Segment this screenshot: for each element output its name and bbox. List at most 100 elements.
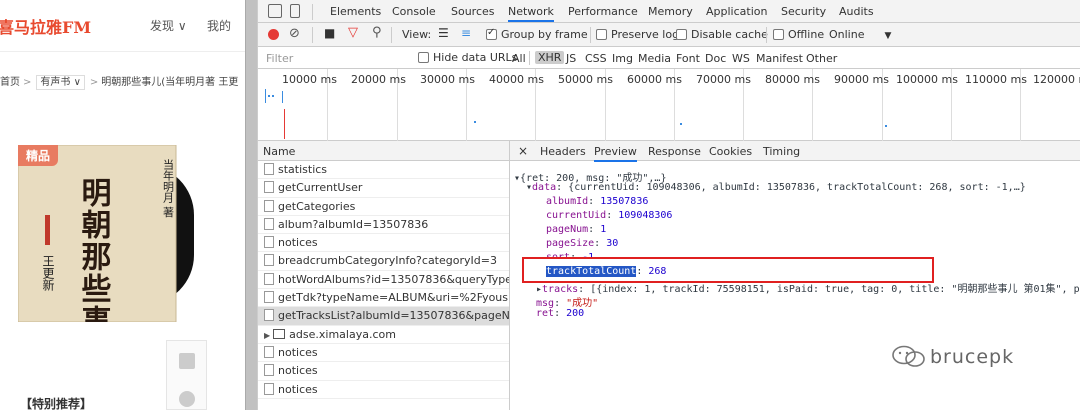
- breadcrumb-sep: >: [23, 77, 32, 88]
- request-row[interactable]: album?albumId=13507836: [258, 216, 509, 235]
- preserve-log-checkbox[interactable]: Preserve log: [596, 28, 679, 41]
- request-row[interactable]: getCategories: [258, 198, 509, 216]
- tab-response[interactable]: Response: [648, 145, 701, 158]
- filter-xhr[interactable]: XHR: [535, 51, 565, 64]
- tab-timing[interactable]: Timing: [763, 145, 800, 158]
- close-icon[interactable]: ×: [518, 144, 528, 158]
- timeline-tick: 80000 ms: [765, 73, 820, 86]
- capture-screenshots-icon[interactable]: ■: [324, 26, 335, 40]
- frame-icon: [273, 328, 286, 339]
- inspect-icon[interactable]: [268, 4, 282, 18]
- request-row-selected[interactable]: getTracksList?albumId=13507836&pageNum=1: [258, 307, 509, 326]
- overview-icon[interactable]: ≡: [461, 26, 471, 40]
- tab-application[interactable]: Application: [706, 5, 767, 18]
- throttle-select[interactable]: Online ▼: [829, 28, 891, 41]
- website-panel: 喜马拉雅FM 发现 ∨ 我的 首页 > 有声书 ∨ > 明朝那些事儿(当年明月著 王更 …: [0, 0, 245, 410]
- disable-cache-checkbox[interactable]: Disable cache: [676, 28, 768, 41]
- site-header: 喜马拉雅FM 发现 ∨ 我的: [0, 0, 245, 52]
- preview-tracks[interactable]: ▸tracks: [{index: 1, trackId: 75598151, …: [536, 280, 1080, 295]
- page-scrollbar[interactable]: [245, 0, 257, 410]
- recommend-title: 【特别推荐】: [20, 397, 93, 410]
- filter-ws[interactable]: WS: [732, 52, 750, 65]
- request-row[interactable]: notices: [258, 344, 509, 363]
- tab-audits[interactable]: Audits: [839, 5, 874, 18]
- request-row[interactable]: statistics: [258, 161, 509, 180]
- filter-js[interactable]: JS: [566, 52, 576, 65]
- filter-css[interactable]: CSS: [585, 52, 607, 65]
- nav-mine[interactable]: 我的: [207, 17, 231, 34]
- tab-security[interactable]: Security: [781, 5, 826, 18]
- filter-bar: Filter Hide data URLs All XHR JS CSS Img…: [258, 47, 1080, 69]
- file-icon: [264, 272, 274, 285]
- file-icon: [264, 163, 274, 175]
- request-row[interactable]: notices: [258, 234, 509, 253]
- timeline-tick: 110000 ms: [965, 73, 1027, 86]
- timeline-tick: 60000 ms: [627, 73, 682, 86]
- preview-field: currentUid: 109048306: [546, 210, 673, 221]
- preview-field: pageNum: 1: [546, 224, 607, 235]
- request-row[interactable]: notices: [258, 362, 509, 381]
- filter-all[interactable]: All: [512, 52, 526, 65]
- hide-data-urls-checkbox[interactable]: Hide data URLs: [418, 51, 517, 64]
- filter-manifest[interactable]: Manifest: [756, 52, 803, 65]
- file-icon: [264, 364, 274, 377]
- device-toolbar-icon[interactable]: [290, 4, 300, 18]
- filter-media[interactable]: Media: [638, 52, 671, 65]
- qrcode-icon[interactable]: [179, 353, 195, 369]
- wechat-logo-icon: [892, 345, 926, 367]
- detail-tabbar: × Headers Preview Response Cookies Timin…: [510, 141, 1080, 162]
- premium-badge: 精品: [18, 145, 59, 166]
- tab-preview[interactable]: Preview: [594, 145, 637, 162]
- tab-performance[interactable]: Performance: [568, 5, 638, 18]
- timeline-tick: 90000 ms: [834, 73, 889, 86]
- preview-field: pageSize: 30: [546, 238, 619, 249]
- file-icon: [264, 181, 274, 194]
- network-timeline[interactable]: 10000 ms 20000 ms 30000 ms 40000 ms 5000…: [258, 69, 1080, 141]
- timeline-tick: 120000 ms: [1033, 73, 1080, 86]
- offline-checkbox[interactable]: Offline: [773, 28, 824, 41]
- preview-ret: ret: 200: [536, 308, 585, 319]
- tab-headers[interactable]: Headers: [540, 145, 586, 158]
- breadcrumb-home[interactable]: 首页: [0, 77, 20, 88]
- breadcrumb: 首页 > 有声书 ∨ > 明朝那些事儿(当年明月著 王更: [0, 73, 238, 90]
- tab-memory[interactable]: Memory: [648, 5, 693, 18]
- filter-img[interactable]: Img: [612, 52, 633, 65]
- tab-network[interactable]: Network: [508, 5, 554, 22]
- tab-elements[interactable]: Elements: [330, 5, 381, 18]
- cover-title-char: 明朝那些事儿: [76, 177, 112, 322]
- cover-art: 明朝那些事儿 当年明月 著 王更新: [18, 145, 177, 322]
- large-rows-icon[interactable]: ☰: [438, 26, 449, 40]
- breadcrumb-category[interactable]: 有声书 ∨: [36, 75, 85, 90]
- search-icon[interactable]: ⚲: [372, 25, 382, 40]
- timeline-tick: 20000 ms: [351, 73, 406, 86]
- filter-input[interactable]: Filter: [266, 52, 293, 65]
- request-row[interactable]: getTdk?typeName=ALBUM&uri=%2Fyoushen...: [258, 289, 509, 308]
- filter-other[interactable]: Other: [806, 52, 837, 65]
- divider: [312, 27, 313, 43]
- album-cover[interactable]: 明朝那些事儿 当年明月 著 王更新 精品: [18, 145, 194, 322]
- request-row[interactable]: hotWordAlbums?id=13507836&queryType=1: [258, 271, 509, 290]
- preview-data[interactable]: ▾data: {currentUid: 109048306, albumId: …: [526, 182, 1026, 193]
- request-row[interactable]: notices: [258, 381, 509, 399]
- request-list: Name statistics getCurrentUser getCatego…: [258, 141, 510, 410]
- wechat-icon[interactable]: [179, 391, 195, 407]
- frame-group-row[interactable]: ▶ adse.ximalaya.com: [258, 326, 509, 344]
- nav-discover[interactable]: 发现 ∨: [150, 17, 187, 34]
- side-tools: [166, 340, 207, 410]
- filter-doc[interactable]: Doc: [705, 52, 726, 65]
- request-row[interactable]: getCurrentUser: [258, 179, 509, 198]
- divider: [312, 4, 313, 20]
- group-by-frame-checkbox[interactable]: Group by frame: [486, 27, 588, 41]
- request-row[interactable]: breadcrumbCategoryInfo?categoryId=3: [258, 252, 509, 271]
- view-label: View:: [402, 28, 432, 41]
- timeline-tick: 10000 ms: [282, 73, 337, 86]
- tab-sources[interactable]: Sources: [451, 5, 495, 18]
- tab-cookies[interactable]: Cookies: [709, 145, 752, 158]
- clear-icon[interactable]: ⊘: [289, 26, 300, 41]
- site-logo[interactable]: 喜马拉雅FM: [0, 14, 91, 38]
- record-icon[interactable]: [268, 29, 279, 40]
- filter-icon[interactable]: ▽: [348, 25, 358, 40]
- name-column-header[interactable]: Name: [258, 141, 509, 161]
- filter-font[interactable]: Font: [676, 52, 700, 65]
- tab-console[interactable]: Console: [392, 5, 436, 18]
